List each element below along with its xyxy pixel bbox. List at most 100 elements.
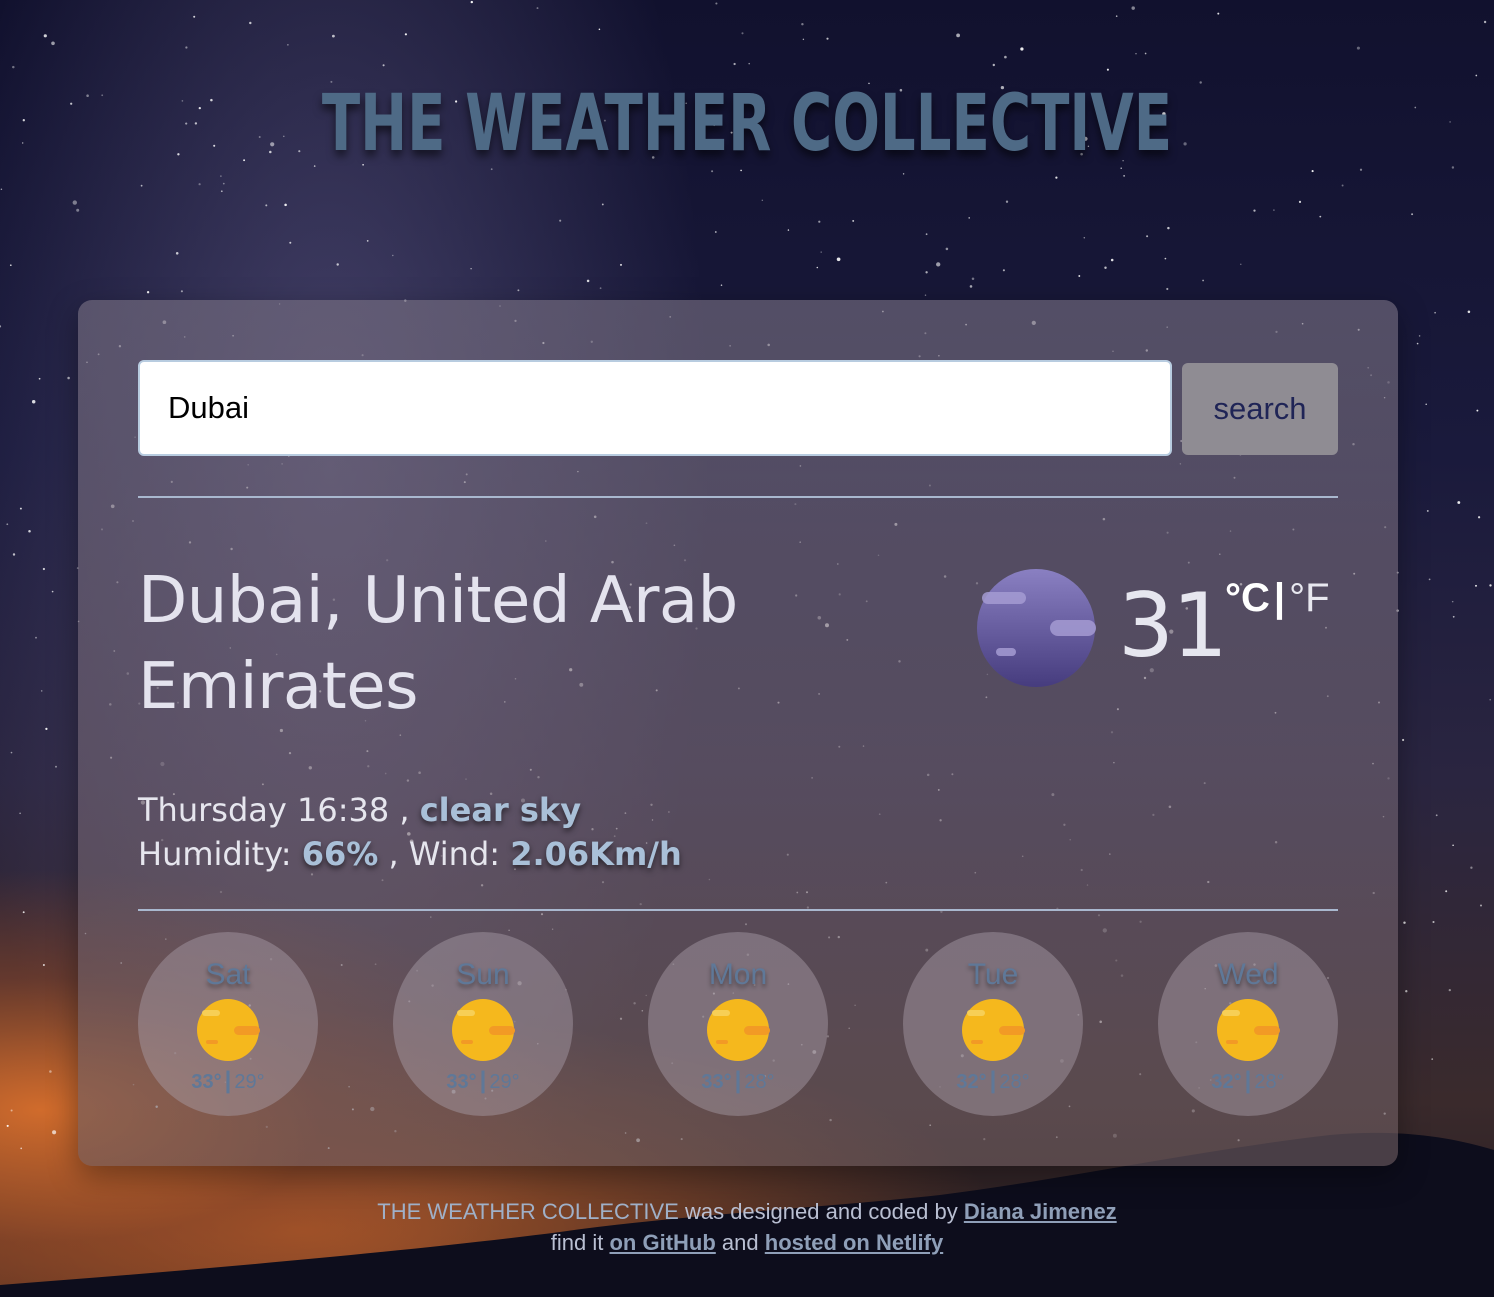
star	[392, 254, 394, 257]
fahrenheit-link[interactable]: °F	[1289, 576, 1329, 620]
star	[1431, 1058, 1434, 1060]
weather-description: clear sky	[419, 791, 582, 829]
star	[51, 41, 55, 46]
star	[599, 287, 602, 290]
star	[517, 289, 520, 292]
star	[76, 208, 80, 212]
star	[1452, 615, 1455, 618]
star	[836, 257, 841, 262]
forecast-temps: 33° | 29°	[138, 1067, 318, 1095]
star	[1078, 275, 1081, 277]
star	[559, 219, 562, 222]
humidity-label: Humidity:	[138, 835, 292, 873]
star	[0, 188, 3, 191]
star	[1298, 200, 1302, 203]
star	[1445, 890, 1448, 893]
star	[1432, 920, 1435, 924]
forecast-min: 29°	[489, 1071, 520, 1093]
star	[1055, 176, 1058, 179]
star	[45, 727, 48, 731]
footer-designed-text: was designed and coded by	[684, 1199, 958, 1224]
forecast-day: Sun 33° | 29°	[393, 932, 573, 1116]
celsius-link[interactable]: °C	[1225, 576, 1270, 620]
star	[10, 1109, 13, 1112]
forecast-day: Wed 32° | 28°	[1158, 932, 1338, 1116]
star	[470, 0, 473, 4]
star	[1451, 600, 1454, 603]
star	[992, 63, 995, 67]
star	[1217, 12, 1220, 15]
star	[1273, 209, 1275, 211]
star	[1414, 106, 1417, 109]
star	[22, 119, 25, 122]
star	[180, 290, 183, 293]
star	[6, 523, 9, 526]
star	[818, 220, 821, 223]
author-link[interactable]: Diana Jimenez	[964, 1199, 1117, 1224]
star	[971, 277, 975, 280]
star	[1144, 52, 1147, 55]
unit-toggle: °C | °F	[1225, 576, 1330, 621]
star	[43, 34, 47, 38]
forecast-separator: |	[1244, 1067, 1252, 1094]
humidity-wind-line: Humidity: 66% , Wind: 2.06Km/h	[138, 832, 682, 876]
forecast-min: 28°	[999, 1071, 1030, 1093]
star	[741, 32, 744, 35]
star	[733, 62, 736, 66]
star	[1240, 263, 1242, 266]
forecast-day: Tue 32° | 28°	[903, 932, 1083, 1116]
star	[1402, 738, 1405, 742]
github-link[interactable]: on GitHub	[609, 1230, 715, 1255]
star	[1434, 311, 1436, 314]
sun-icon	[707, 999, 770, 1061]
star	[619, 263, 623, 266]
forecast-separator: |	[479, 1067, 487, 1094]
star	[1435, 814, 1438, 817]
star	[586, 279, 590, 283]
star	[936, 262, 941, 267]
star	[1319, 215, 1322, 218]
forecast-day: Mon 33° | 28°	[648, 932, 828, 1116]
star	[20, 1147, 23, 1150]
netlify-link[interactable]: hosted on Netlify	[765, 1230, 943, 1255]
forecast-day-name: Wed	[1217, 958, 1279, 991]
star	[49, 1070, 52, 1073]
star	[925, 233, 928, 236]
divider-top	[138, 496, 1338, 498]
star	[52, 1130, 57, 1135]
star	[1475, 74, 1478, 77]
star	[1005, 200, 1009, 203]
star	[40, 690, 43, 692]
forecast-max: 33°	[701, 1071, 732, 1093]
star	[19, 812, 21, 815]
star	[1489, 698, 1492, 701]
divider-bottom	[138, 909, 1338, 911]
star	[12, 65, 15, 69]
star	[140, 184, 143, 187]
star	[336, 263, 339, 266]
forecast-max: 32°	[956, 1071, 987, 1093]
star	[1123, 175, 1125, 177]
footer: THE WEATHER COLLECTIVE was designed and …	[0, 1196, 1494, 1258]
forecast-max: 32°	[1211, 1071, 1242, 1093]
star	[787, 229, 790, 231]
star	[222, 182, 225, 185]
star	[801, 22, 804, 26]
star	[287, 44, 289, 46]
comma-separator: ,	[388, 835, 399, 873]
sun-icon	[197, 999, 260, 1061]
star	[12, 553, 16, 556]
star	[1448, 988, 1451, 992]
search-button[interactable]: search	[1182, 363, 1338, 455]
star	[146, 291, 150, 294]
star	[470, 267, 472, 270]
star	[193, 15, 196, 18]
star	[536, 7, 539, 10]
city-search-input[interactable]	[138, 360, 1172, 456]
star	[748, 62, 750, 65]
current-temperature: 31	[1118, 574, 1228, 677]
star	[67, 376, 70, 380]
star	[969, 285, 973, 288]
star	[42, 963, 45, 967]
star	[101, 94, 104, 97]
